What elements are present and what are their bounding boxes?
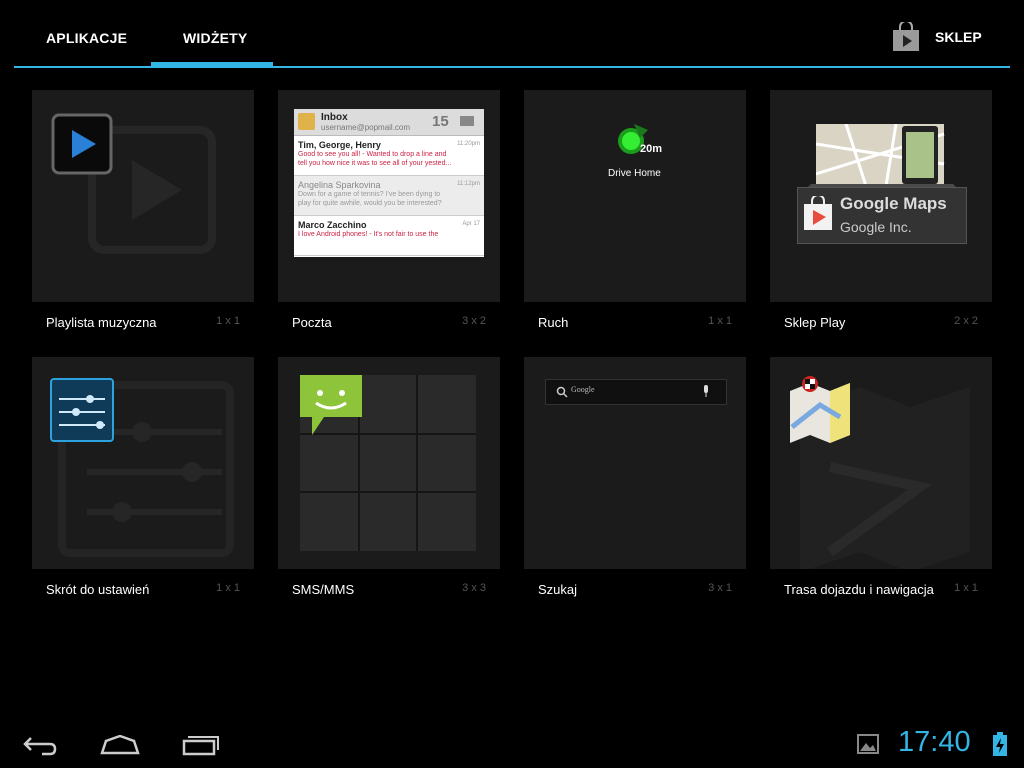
- widget-size: 3 x 1: [708, 582, 732, 594]
- store-button[interactable]: SKLEP: [892, 22, 982, 52]
- tab-apps[interactable]: APLIKACJE: [46, 30, 127, 46]
- email-time: 11:20pm: [457, 141, 480, 147]
- microphone-icon: [704, 385, 708, 397]
- home-icon[interactable]: [100, 735, 140, 755]
- widget-preview: [32, 90, 254, 302]
- email-snippet: tell you how nice it was to see all of y…: [298, 160, 452, 167]
- widget-name: Poczta: [292, 315, 332, 330]
- widget-preview: Inbox username@popmail.com 15 Tim, Georg…: [278, 90, 500, 302]
- widget-search[interactable]: Google Szukaj 3 x 1: [524, 357, 746, 603]
- store-bag-icon: [893, 22, 919, 51]
- email-snippet: play for quite awhile, would you be inte…: [298, 200, 442, 207]
- widget-preview: Google: [524, 357, 746, 569]
- widget-name: Playlista muzyczna: [46, 315, 157, 330]
- widget-email[interactable]: Inbox username@popmail.com 15 Tim, Georg…: [278, 90, 500, 336]
- widget-size: 3 x 2: [462, 315, 486, 327]
- widget-settings-shortcut[interactable]: Skrót do ustawień 1 x 1: [32, 357, 254, 603]
- header-divider: [14, 66, 1010, 68]
- email-inbox-title: Inbox: [321, 112, 348, 123]
- widget-size: 2 x 2: [954, 315, 978, 327]
- maps-screenshot-image: [816, 124, 945, 187]
- widget-name: SMS/MMS: [292, 582, 355, 597]
- gallery-notification-icon[interactable]: [857, 734, 879, 754]
- traffic-minutes: 20m: [640, 143, 663, 155]
- messaging-icon: [300, 375, 362, 435]
- app-developer: Google Inc.: [840, 219, 912, 235]
- widget-music-playlist[interactable]: Playlista muzyczna 1 x 1: [32, 90, 254, 336]
- widget-name: Trasa dojazdu i nawigacja: [784, 582, 934, 597]
- navigation-map-icon: [790, 376, 970, 569]
- email-widget-preview: Inbox username@popmail.com 15 Tim, Georg…: [294, 109, 484, 257]
- battery-charging-icon: [993, 732, 1007, 756]
- recent-apps-icon[interactable]: [182, 734, 220, 756]
- widget-picker-header: APLIKACJE WIDŻETY SKLEP: [0, 0, 1024, 68]
- email-account: username@popmail.com: [321, 123, 411, 132]
- traffic-label: Drive Home: [608, 168, 661, 179]
- app-name: Google Maps: [840, 194, 947, 213]
- system-navigation-bar: [0, 720, 1024, 768]
- search-icon: [556, 386, 568, 398]
- widget-preview: [770, 357, 992, 569]
- widget-size: 1 x 1: [216, 582, 240, 594]
- widget-size: 1 x 1: [708, 315, 732, 327]
- email-unread-count: 15: [432, 113, 449, 130]
- email-time: Apr 17: [462, 221, 480, 227]
- widget-traffic[interactable]: 20m Drive Home Ruch 1 x 1: [524, 90, 746, 336]
- widget-sms-mms[interactable]: SMS/MMS 3 x 3: [278, 357, 500, 603]
- widget-play-store[interactable]: Google Maps Google Inc. Sklep Play 2 x 2: [770, 90, 992, 336]
- play-store-icon: [804, 196, 832, 230]
- music-playlist-icon: [51, 113, 216, 254]
- widget-name: Szukaj: [538, 582, 578, 597]
- email-time: 11:12pm: [457, 181, 480, 187]
- widget-name: Sklep Play: [784, 315, 846, 330]
- email-from: Angelina Sparkovina: [298, 180, 381, 190]
- store-label: SKLEP: [935, 29, 982, 45]
- email-icon: [298, 113, 315, 130]
- app-card: Google Maps Google Inc.: [797, 187, 967, 244]
- widget-size: 1 x 1: [216, 315, 240, 327]
- widget-name: Ruch: [538, 315, 569, 330]
- email-row: Marco Zacchino Apr 17 I love Android pho…: [294, 216, 484, 256]
- search-bar-preview: Google: [545, 379, 727, 405]
- widget-preview: [32, 357, 254, 569]
- widget-preview: 20m Drive Home: [524, 90, 746, 302]
- email-snippet: Good to see you all! - Wanted to drop a …: [298, 151, 447, 158]
- email-snippet: Down for a game of tennis? I've been dyi…: [298, 191, 441, 198]
- search-logo-text: Google: [571, 385, 595, 394]
- settings-shortcut-icon: [50, 378, 234, 557]
- widget-size: 1 x 1: [954, 582, 978, 594]
- email-row: Angelina Sparkovina 11:12pm Down for a g…: [294, 176, 484, 216]
- status-clock[interactable]: 17:40: [898, 726, 971, 759]
- widget-preview: [278, 357, 500, 569]
- widget-name: Skrót do ustawień: [46, 582, 150, 597]
- email-header: Inbox username@popmail.com 15: [294, 109, 484, 136]
- widget-size: 3 x 3: [462, 582, 486, 594]
- widget-preview: Google Maps Google Inc.: [770, 90, 992, 302]
- email-row: Tim, George, Henry 11:20pm Good to see y…: [294, 136, 484, 176]
- tab-widgets[interactable]: WIDŻETY: [183, 30, 247, 46]
- email-from: Tim, George, Henry: [298, 140, 381, 150]
- email-snippet: I love Android phones! - It's not fair t…: [298, 231, 439, 238]
- back-icon[interactable]: [22, 734, 58, 756]
- compose-icon: [460, 116, 474, 126]
- widget-navigation[interactable]: Trasa dojazdu i nawigacja 1 x 1: [770, 357, 992, 603]
- email-from: Marco Zacchino: [298, 220, 367, 230]
